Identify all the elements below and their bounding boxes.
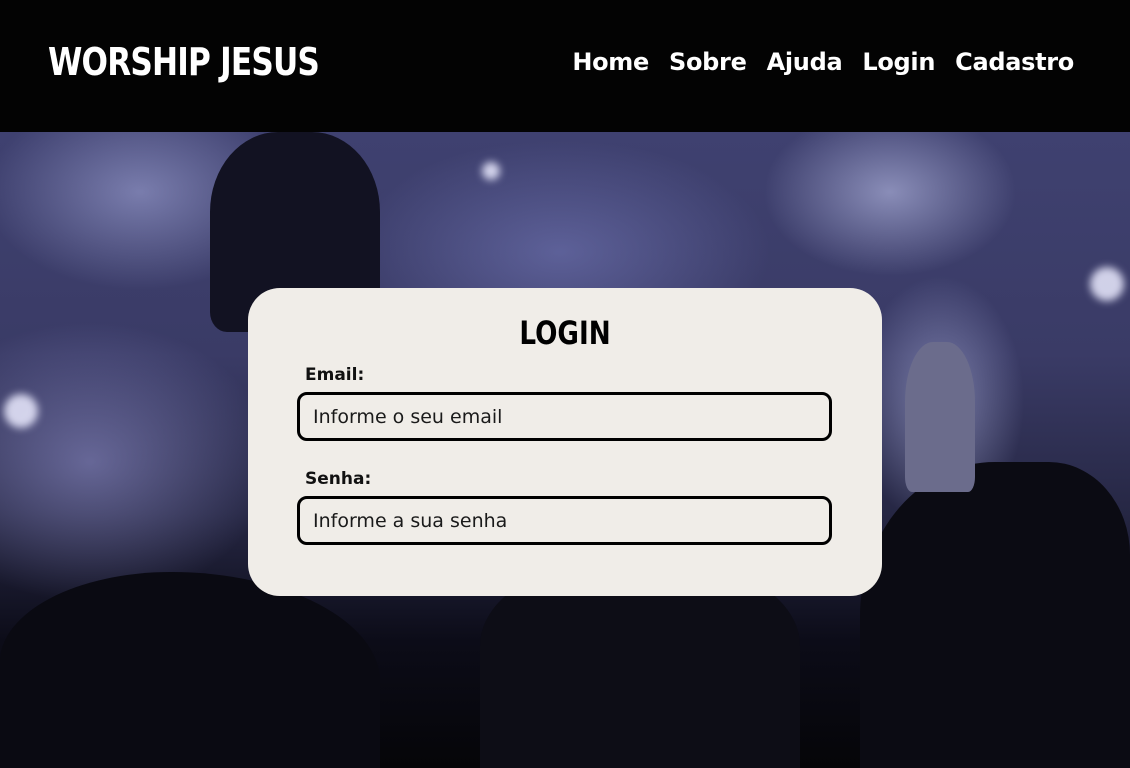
stage-light <box>1090 267 1124 301</box>
top-navigation-bar: WORSHIP JESUS Home Sobre Ajuda Login Cad… <box>0 0 1130 132</box>
email-label: Email: <box>305 365 365 385</box>
crowd-silhouette <box>860 462 1130 768</box>
nav-link-login[interactable]: Login <box>862 48 935 76</box>
nav-link-ajuda[interactable]: Ajuda <box>767 48 843 76</box>
crowd-silhouette <box>0 572 380 768</box>
login-title: LOGIN <box>519 314 611 352</box>
nav-link-sobre[interactable]: Sobre <box>669 48 747 76</box>
email-input[interactable] <box>297 392 832 441</box>
brand-logo[interactable]: WORSHIP JESUS <box>48 40 320 84</box>
stage-light <box>4 394 38 428</box>
stage-light <box>482 162 500 180</box>
nav-link-home[interactable]: Home <box>572 48 649 76</box>
nav-link-cadastro[interactable]: Cadastro <box>955 48 1074 76</box>
password-input[interactable] <box>297 496 832 545</box>
main-nav: Home Sobre Ajuda Login Cadastro <box>572 48 1074 76</box>
performer-silhouette <box>905 342 975 492</box>
password-label: Senha: <box>305 469 372 489</box>
login-card: LOGIN Email: Senha: <box>248 288 882 596</box>
